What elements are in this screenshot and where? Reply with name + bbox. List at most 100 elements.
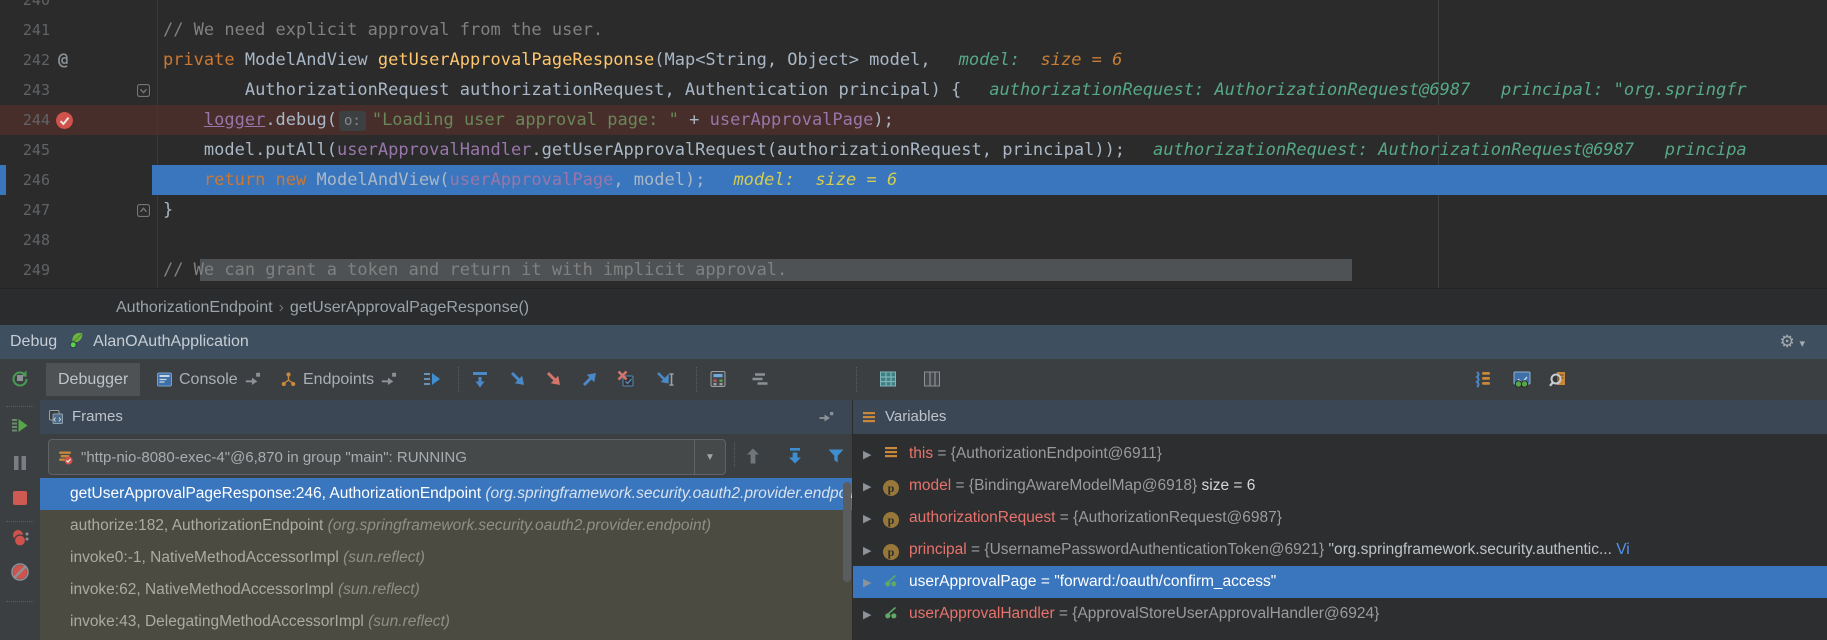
hide-frames-filter-button[interactable] xyxy=(826,446,846,466)
editor[interactable]: 240241 // We need explicit approval from… xyxy=(0,0,1827,288)
breadcrumb-class[interactable]: AuthorizationEndpoint xyxy=(116,299,273,316)
rerun-button[interactable] xyxy=(10,368,30,388)
expand-arrow-icon[interactable]: ▶ xyxy=(863,439,877,470)
code-text[interactable]: AuthorizationRequest authorizationReques… xyxy=(122,75,1747,105)
show-execution-point-button[interactable] xyxy=(422,369,442,389)
pause-button[interactable] xyxy=(10,453,30,473)
stack-frame-row[interactable]: invoke0:-1, NativeMethodAccessorImpl (su… xyxy=(40,542,852,574)
code-line-249[interactable]: 249 // We can grant a token and return i… xyxy=(0,255,1827,285)
stop-button[interactable] xyxy=(10,488,30,508)
variable-name: principal xyxy=(909,541,967,558)
expand-arrow-icon[interactable]: ▶ xyxy=(863,503,877,534)
line-number: 246 xyxy=(0,165,50,195)
spring-boot-run-icon xyxy=(69,328,87,346)
variable-value-eq: = xyxy=(1037,573,1055,590)
force-step-into-button[interactable] xyxy=(544,369,564,389)
code-line-248[interactable]: 248 xyxy=(0,225,1827,255)
table-view-button[interactable] xyxy=(878,369,898,389)
columns-view-button[interactable] xyxy=(922,369,942,389)
variable-row-userApprovalHandler[interactable]: ▶userApprovalHandler = {ApprovalStoreUse… xyxy=(853,598,1827,630)
stack-frame-row[interactable]: invoke:62, NativeMethodAccessorImpl (sun… xyxy=(40,574,852,606)
fold-marker-icon[interactable] xyxy=(137,84,150,97)
variable-row-userApprovalPage[interactable]: ▶userApprovalPage = "forward:/oauth/conf… xyxy=(853,566,1827,598)
variables-panel-title: Variables xyxy=(885,400,946,434)
variable-value-link[interactable]: Vi xyxy=(1612,541,1630,558)
threads-view-button[interactable] xyxy=(1473,369,1493,389)
code-line-246[interactable]: 246 return new ModelAndView(userApproval… xyxy=(0,165,1827,195)
tab-label: Console xyxy=(179,363,238,396)
expand-arrow-icon[interactable]: ▶ xyxy=(863,535,877,566)
stack-frame-row[interactable]: authorize:182, AuthorizationEndpoint (or… xyxy=(40,510,852,542)
code-line-240[interactable]: 240 xyxy=(0,0,1827,15)
frames-panel-title: Frames xyxy=(72,400,123,434)
code-text[interactable]: model.putAll(userApprovalHandler.getUser… xyxy=(122,135,1747,165)
stack-frame-row[interactable]: getUserApprovalPageResponse:246, Authori… xyxy=(40,478,852,510)
code-text[interactable]: // We can grant a token and return it wi… xyxy=(122,255,787,285)
run-to-cursor-button[interactable] xyxy=(656,369,676,389)
code-line-244[interactable]: 244 logger.debug(o:"Loading user approva… xyxy=(0,105,1827,135)
thread-selector[interactable]: "http-nio-8080-exec-4"@6,870 in group "m… xyxy=(48,439,726,475)
field-icon xyxy=(883,604,899,620)
code-line-242[interactable]: 242@ private ModelAndView getUserApprova… xyxy=(0,45,1827,75)
code-text[interactable]: // We need explicit approval from the us… xyxy=(122,15,603,45)
breadcrumb-method[interactable]: getUserApprovalPageResponse() xyxy=(290,299,529,316)
search-button[interactable] xyxy=(1548,369,1568,389)
layout-settings-button[interactable] xyxy=(750,369,770,389)
step-over-button[interactable] xyxy=(470,369,490,389)
toolbar-separator xyxy=(458,367,459,392)
toolbar-separator xyxy=(6,521,34,522)
pin-icon[interactable] xyxy=(818,409,834,425)
code-line-245[interactable]: 245 model.putAll(userApprovalHandler.get… xyxy=(0,135,1827,165)
line-number: 247 xyxy=(0,195,50,225)
fold-marker-icon[interactable] xyxy=(137,204,150,217)
tab-console[interactable]: Console xyxy=(144,363,273,396)
dropdown-arrow-icon: ▼ xyxy=(705,452,715,463)
breadcrumb-separator-icon: › xyxy=(279,299,284,316)
watches-button[interactable] xyxy=(1512,369,1532,389)
drop-frame-button[interactable] xyxy=(616,369,636,389)
expand-arrow-icon[interactable]: ▶ xyxy=(863,471,877,502)
tab-endpoints[interactable]: Endpoints xyxy=(268,363,409,396)
expand-arrow-icon[interactable]: ▶ xyxy=(863,599,877,630)
step-into-button[interactable] xyxy=(508,369,528,389)
toolbar-separator xyxy=(696,367,697,392)
code-line-241[interactable]: 241 // We need explicit approval from th… xyxy=(0,15,1827,45)
override-annotation-icon[interactable]: @ xyxy=(58,45,68,75)
chevron-down-icon: ▾ xyxy=(1799,338,1805,350)
stack-frame-row[interactable]: invoke:43, DelegatingMethodAccessorImpl … xyxy=(40,606,852,638)
frames-icon xyxy=(48,409,64,425)
this-variable-icon xyxy=(883,444,899,460)
variable-name: model xyxy=(909,477,951,494)
debug-left-toolbar xyxy=(0,359,41,640)
variables-panel-header: Variables xyxy=(853,400,1827,435)
inline-debugger-hint: model: size = 6 xyxy=(733,170,897,190)
variable-value-ref: {BindingAwareModelMap@6918} xyxy=(969,477,1197,494)
thread-selector-value: "http-nio-8080-exec-4"@6,870 in group "m… xyxy=(81,449,694,466)
code-text[interactable]: return new ModelAndView(userApprovalPage… xyxy=(122,165,897,195)
code-text[interactable]: logger.debug(o:"Loading user approval pa… xyxy=(122,105,894,135)
previous-frame-button[interactable] xyxy=(743,446,763,466)
code-text[interactable]: private ModelAndView getUserApprovalPage… xyxy=(122,45,1122,75)
settings-gear-button[interactable]: ⚙ ▾ xyxy=(1779,325,1805,361)
variable-row-authorizationRequest[interactable]: ▶pauthorizationRequest = {AuthorizationR… xyxy=(853,502,1827,534)
variable-row-this[interactable]: ▶this = {AuthorizationEndpoint@6911} xyxy=(853,438,1827,470)
code-line-243[interactable]: 243 AuthorizationRequest authorizationRe… xyxy=(0,75,1827,105)
run-configuration-name: AlanOAuthApplication xyxy=(93,333,249,350)
expand-arrow-icon[interactable]: ▶ xyxy=(863,567,877,598)
next-frame-button[interactable] xyxy=(785,446,805,466)
variable-row-model[interactable]: ▶pmodel = {BindingAwareModelMap@6918} si… xyxy=(853,470,1827,502)
frames-toolbar: "http-nio-8080-exec-4"@6,870 in group "m… xyxy=(40,434,852,478)
code-line-247[interactable]: 247 } xyxy=(0,195,1827,225)
step-out-button[interactable] xyxy=(580,369,600,389)
variable-value-ref: {UsernamePasswordAuthenticationToken@692… xyxy=(984,541,1324,558)
frames-scrollbar-thumb[interactable] xyxy=(843,482,851,582)
variable-row-principal[interactable]: ▶pprincipal = {UsernamePasswordAuthentic… xyxy=(853,534,1827,566)
view-breakpoints-button[interactable] xyxy=(10,528,30,548)
variables-icon xyxy=(861,409,877,425)
evaluate-expression-button[interactable] xyxy=(708,369,728,389)
mute-breakpoints-button[interactable] xyxy=(10,562,30,582)
thread-selector-arrow[interactable]: ▼ xyxy=(694,440,725,474)
tab-debugger[interactable]: Debugger xyxy=(46,363,140,396)
breakpoint-icon[interactable] xyxy=(55,111,74,130)
resume-button[interactable] xyxy=(10,416,30,436)
